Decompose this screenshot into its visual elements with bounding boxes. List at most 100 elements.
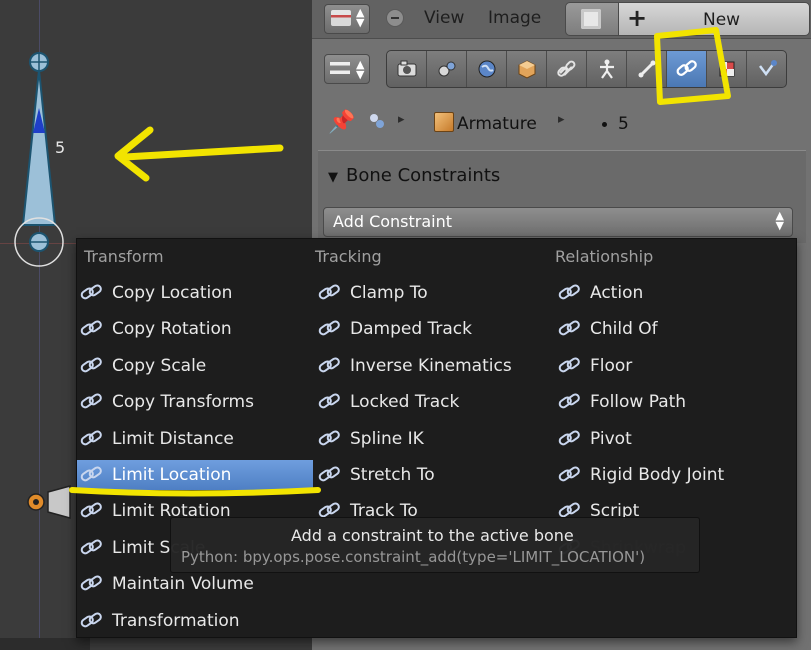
constraint-link-icon: [318, 393, 340, 409]
render-layers-icon[interactable]: [427, 51, 467, 87]
chevron-right-icon: ▸: [398, 112, 405, 127]
constraint-link-icon: [80, 575, 102, 591]
menu-item-copy-scale[interactable]: Copy Scale: [77, 351, 313, 381]
menu-item-label: Maintain Volume: [112, 574, 254, 595]
constraint-link-icon: [318, 357, 340, 373]
add-constraint-menu: Transform Copy Location Copy Rotation Copy …: [76, 238, 797, 638]
menu-item-label: Limit Location: [112, 465, 232, 485]
menu-item-label: Pivot: [590, 428, 632, 449]
new-image-button[interactable]: + New: [618, 2, 810, 36]
up-down-arrows-icon: ▲ ▼: [775, 209, 784, 232]
menu-item-copy-transforms[interactable]: Copy Transforms: [77, 387, 313, 417]
armature-data-icon[interactable]: [587, 51, 627, 87]
up-down-arrows-icon: ▲ ▼: [356, 58, 365, 81]
menu-image[interactable]: Image: [488, 8, 541, 28]
constraint-link-icon: [558, 320, 580, 336]
menu-item-label: Follow Path: [590, 392, 687, 413]
collapse-menu-icon[interactable]: [386, 9, 404, 27]
menu-item-label: Copy Rotation: [112, 319, 232, 340]
menu-item-label: Rigid Body Joint: [590, 465, 725, 485]
constraint-link-icon: [318, 430, 340, 445]
menu-view[interactable]: View: [424, 8, 464, 28]
constraint-link-icon: [558, 357, 580, 373]
bone-constraints-panel: ▼ Bone Constraints Add Constraint ▲ ▼: [318, 150, 806, 243]
pin-icon[interactable]: 📌: [328, 110, 355, 135]
constraints-icon[interactable]: [547, 51, 587, 87]
panel-header[interactable]: ▼ Bone Constraints: [328, 165, 500, 186]
constraint-link-icon: [558, 430, 580, 445]
menu-item-label: Damped Track: [350, 319, 472, 340]
constraint-link-icon: [80, 539, 102, 555]
menu-item-copy-location[interactable]: Copy Location: [77, 278, 313, 308]
constraint-link-icon: [80, 284, 102, 300]
render-icon[interactable]: [387, 51, 427, 87]
menu-item-label: Inverse Kinematics: [350, 355, 512, 376]
menu-item-rigid-body-joint[interactable]: Rigid Body Joint: [558, 460, 724, 490]
tooltip-python: Python: bpy.ops.pose.constraint_add(type…: [181, 548, 646, 566]
chevron-right-icon: ▸: [558, 112, 565, 127]
bone-number-label: 5: [55, 138, 66, 157]
menu-item-label: Transformation: [112, 610, 240, 631]
world-icon[interactable]: [467, 51, 507, 87]
constraint-link-icon: [80, 502, 102, 518]
menu-item-locked-track[interactable]: Locked Track: [318, 387, 459, 417]
menu-column-header: Tracking: [315, 247, 382, 266]
context-tabs: [386, 50, 787, 88]
menu-item-transformation[interactable]: Transformation: [77, 606, 313, 636]
properties-editor-type-button[interactable]: ▲ ▼: [324, 54, 370, 84]
menu-item-label: Stretch To: [350, 465, 435, 485]
constraint-link-icon: [558, 393, 580, 409]
menu-item-stretch-to[interactable]: Stretch To: [318, 460, 435, 490]
add-constraint-dropdown[interactable]: Add Constraint ▲ ▼: [323, 207, 793, 237]
menu-column-header: Transform: [84, 247, 164, 266]
menu-item-label: Copy Scale: [112, 355, 207, 376]
editor-type-button[interactable]: ▲ ▼: [324, 4, 370, 34]
menu-item-label: Limit Distance: [112, 428, 234, 449]
constraint-link-icon: [80, 612, 102, 627]
menu-item-clamp-to[interactable]: Clamp To: [318, 278, 428, 308]
menu-item-damped-track[interactable]: Damped Track: [318, 314, 472, 344]
panel-title: Bone Constraints: [346, 165, 501, 186]
object-icon[interactable]: [507, 51, 547, 87]
constraint-link-icon: [80, 466, 102, 482]
menu-item-spline-ik[interactable]: Spline IK: [318, 424, 424, 454]
menu-item-follow-path[interactable]: Follow Path: [558, 387, 686, 417]
menu-item-label: Copy Transforms: [112, 392, 254, 413]
texture-icon[interactable]: [707, 51, 747, 87]
breadcrumb-object: Armature: [457, 114, 537, 134]
constraint-link-icon: [558, 284, 580, 300]
viewport-header-strip: [0, 638, 90, 650]
tooltip-title: Add a constraint to the active bone: [291, 526, 574, 545]
browse-image-button[interactable]: [565, 2, 619, 36]
armature-icon: [370, 114, 384, 128]
constraint-link-icon: [80, 393, 102, 409]
breadcrumb: 📌 ▸ Armature ▸ 5: [312, 102, 811, 144]
menu-item-child-of[interactable]: Child Of: [558, 314, 658, 344]
bone-icon[interactable]: [627, 51, 667, 87]
menu-item-maintain-volume[interactable]: Maintain Volume: [77, 569, 313, 599]
up-down-arrows-icon: ▲ ▼: [356, 6, 365, 29]
menu-item-floor[interactable]: Floor: [558, 351, 632, 381]
menu-item-limit-location[interactable]: Limit Location: [77, 460, 313, 490]
constraint-link-icon: [80, 357, 102, 373]
constraint-link-icon: [318, 466, 340, 482]
new-label: New: [703, 10, 741, 30]
image-editor-icon: [331, 10, 351, 26]
bone-dot-icon: [602, 122, 607, 127]
menu-item-inverse-kinematics[interactable]: Inverse Kinematics: [318, 351, 512, 381]
plus-icon: +: [627, 4, 648, 32]
menu-item-copy-rotation[interactable]: Copy Rotation: [77, 314, 313, 344]
menu-item-label: Action: [590, 283, 644, 303]
menu-item-pivot[interactable]: Pivot: [558, 424, 632, 454]
physics-icon[interactable]: [747, 51, 786, 87]
image-editor-header: ▲ ▼ View Image + New: [312, 0, 811, 39]
menu-item-limit-distance[interactable]: Limit Distance: [77, 424, 313, 454]
menu-item-action[interactable]: Action: [558, 278, 643, 308]
constraint-link-icon: [318, 284, 340, 300]
menu-item-label: Copy Location: [112, 283, 233, 303]
constraint-link-icon: [318, 320, 340, 336]
tooltip: Add a constraint to the active bone Pyth…: [170, 517, 700, 573]
object-cube-icon: [434, 112, 454, 132]
properties-header: ▲ ▼: [312, 46, 811, 92]
bone-constraints-icon[interactable]: [667, 51, 707, 87]
